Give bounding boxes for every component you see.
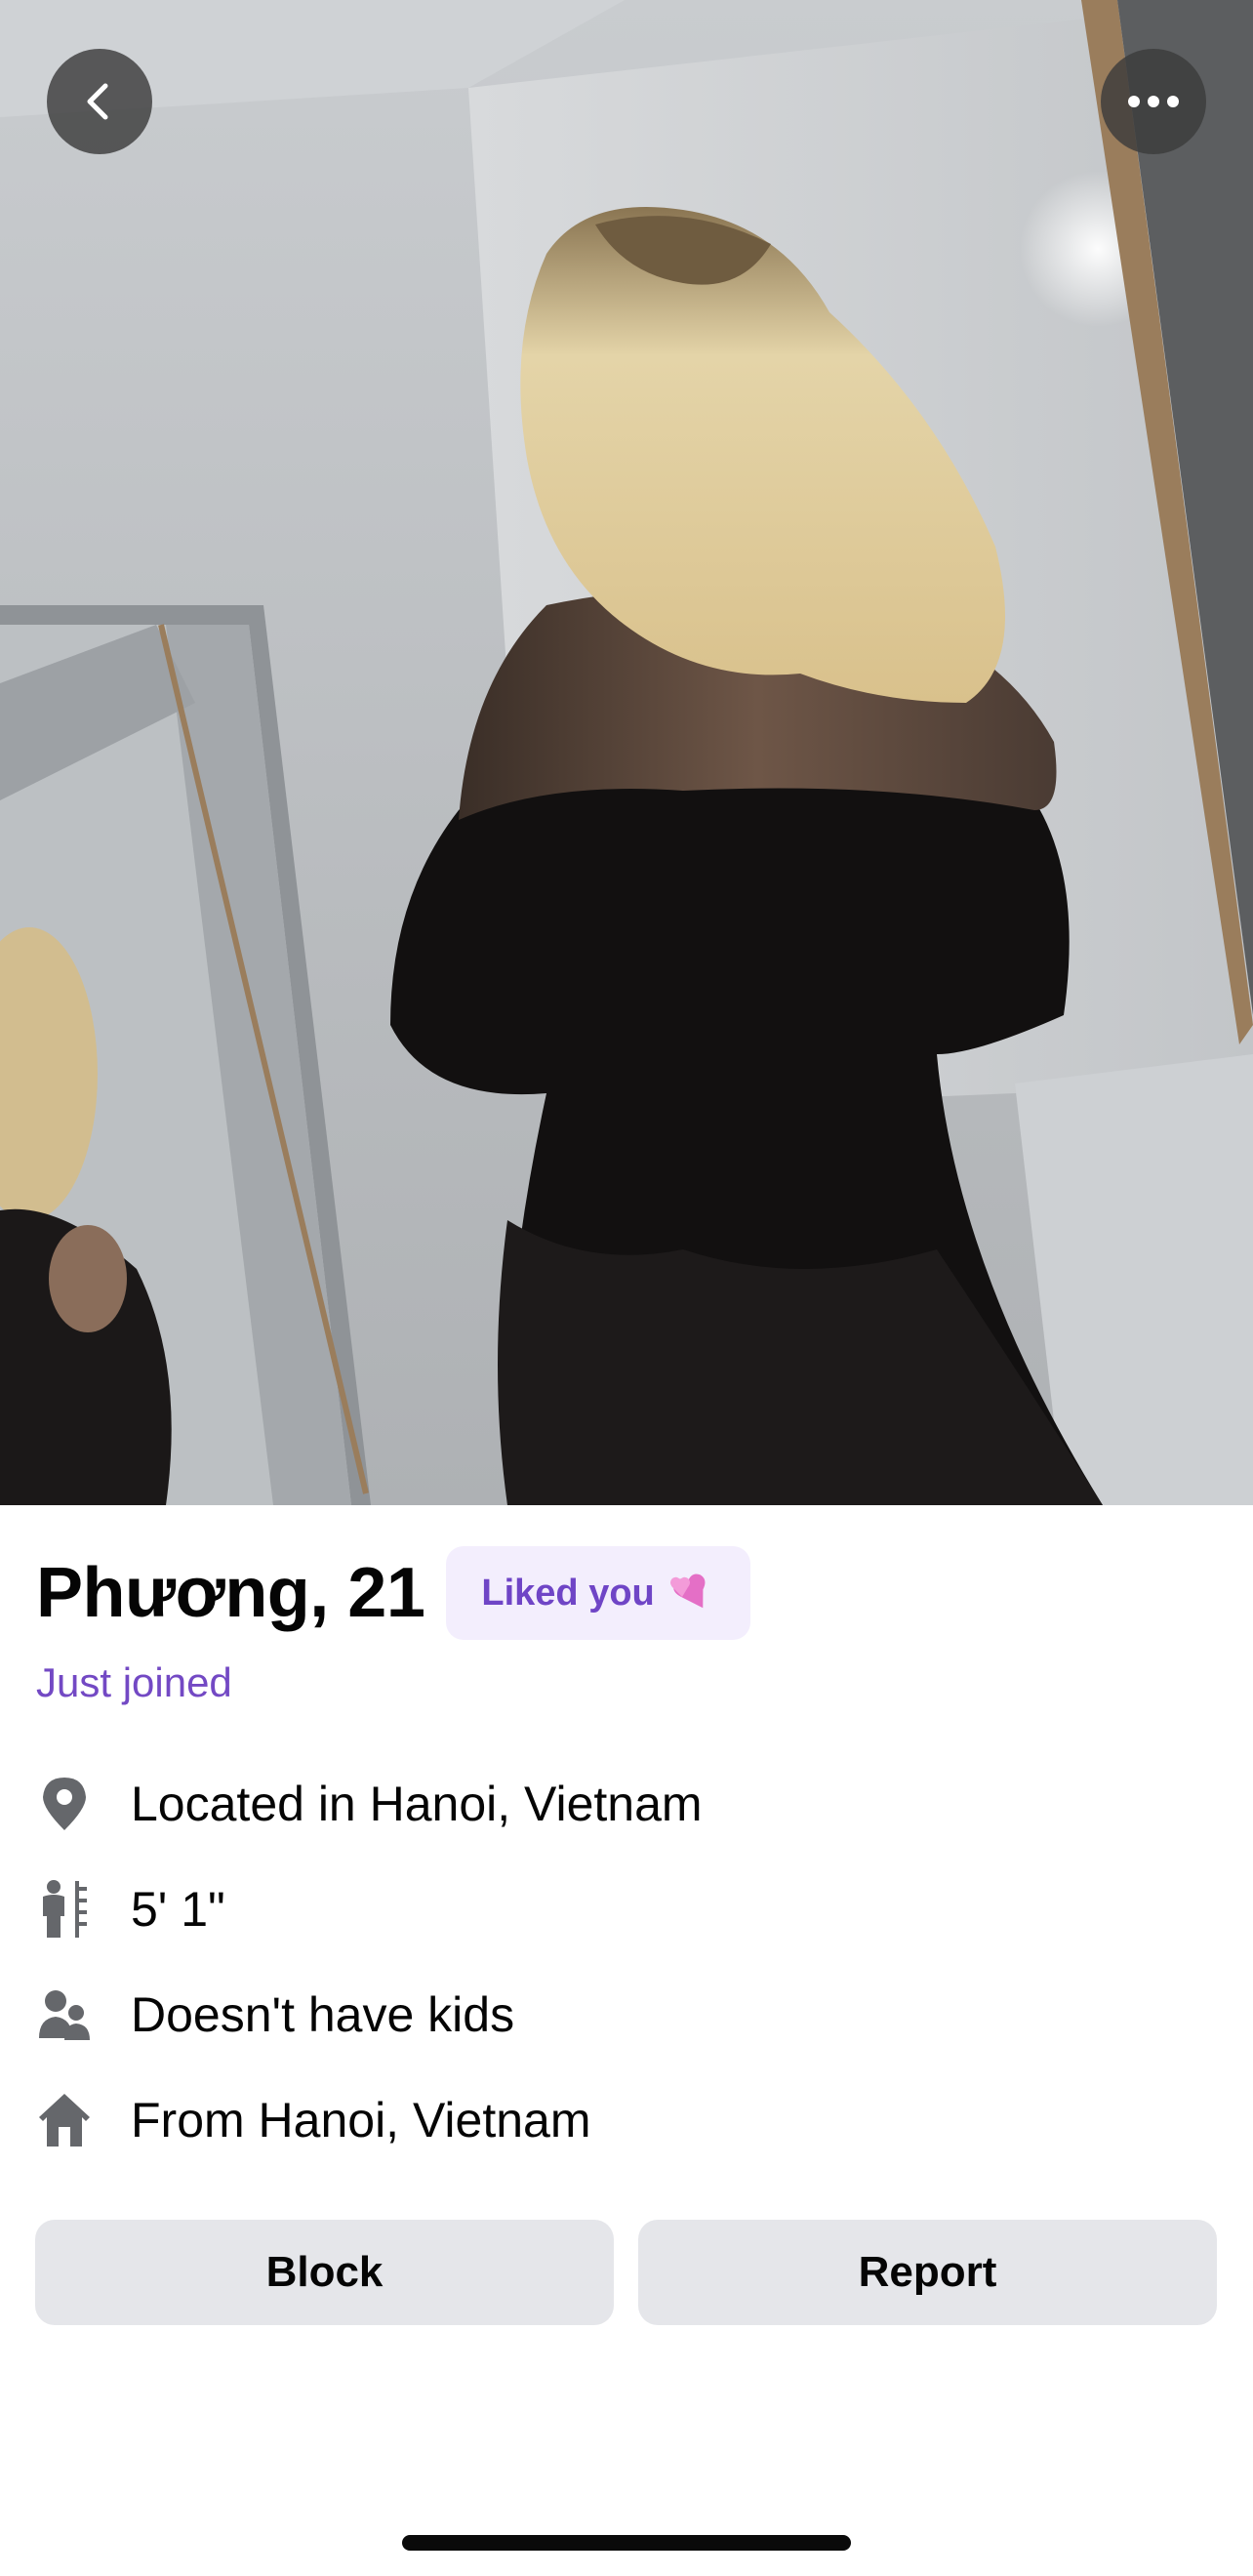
- name-row: Phương, 21 Liked you: [36, 1546, 750, 1640]
- people-icon: [36, 1983, 93, 2046]
- home-icon: [36, 2089, 93, 2151]
- detail-kids: Doesn't have kids: [36, 1983, 514, 2046]
- profile-photo[interactable]: [0, 0, 1253, 1505]
- detail-location-text: Located in Hanoi, Vietnam: [131, 1777, 703, 1831]
- report-button[interactable]: Report: [638, 2220, 1217, 2325]
- block-button[interactable]: Block: [35, 2220, 614, 2325]
- chevron-left-icon: [76, 78, 123, 125]
- profile-screen: Phương, 21 Liked you Just joined Located…: [0, 0, 1253, 2576]
- detail-kids-text: Doesn't have kids: [131, 1987, 515, 2042]
- liked-badge-label: Liked you: [481, 1572, 655, 1614]
- profile-status: Just joined: [36, 1659, 232, 1705]
- height-icon: [36, 1878, 93, 1941]
- liked-you-badge: Liked you: [446, 1546, 750, 1640]
- detail-hometown-text: From Hanoi, Vietnam: [131, 2093, 591, 2147]
- detail-hometown: From Hanoi, Vietnam: [36, 2089, 590, 2151]
- detail-height: 5' 1": [36, 1878, 225, 1941]
- photo-illustration: [0, 0, 1253, 1505]
- profile-name-age: Phương, 21: [36, 1554, 425, 1632]
- back-button[interactable]: [47, 49, 152, 154]
- more-options-button[interactable]: [1101, 49, 1206, 154]
- location-pin-icon: [36, 1773, 93, 1835]
- home-indicator[interactable]: [402, 2535, 851, 2551]
- detail-location: Located in Hanoi, Vietnam: [36, 1773, 703, 1835]
- more-dots-icon: [1126, 94, 1181, 109]
- detail-height-text: 5' 1": [131, 1882, 225, 1937]
- hearts-icon: [668, 1572, 715, 1615]
